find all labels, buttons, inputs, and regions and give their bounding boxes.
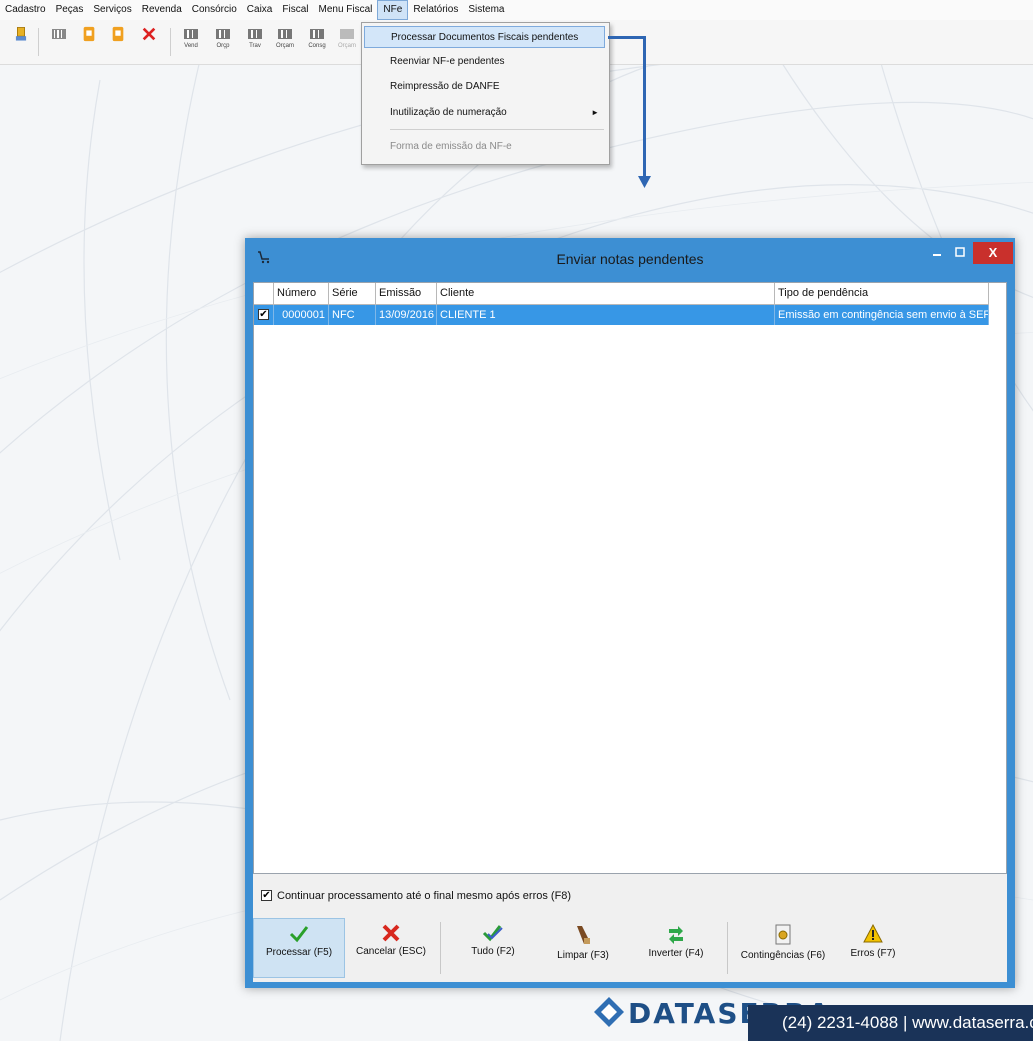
brush-icon bbox=[577, 926, 590, 944]
check-green-icon bbox=[289, 926, 309, 943]
toolbar-separator bbox=[170, 28, 171, 56]
menu-cadastro[interactable]: Cadastro bbox=[0, 0, 51, 20]
barcode-icon bbox=[278, 29, 292, 39]
minimize-icon bbox=[933, 254, 941, 256]
toolbar-orcam-disabled-button[interactable]: Orçam bbox=[336, 26, 358, 56]
processar-button[interactable]: Processar (F5) bbox=[253, 918, 345, 978]
row-check-cell: ✔ bbox=[254, 305, 274, 325]
continue-checkbox[interactable]: ✔ bbox=[261, 890, 272, 901]
cell-cliente: CLIENTE 1 bbox=[437, 305, 775, 325]
cell-numero: 0000001 bbox=[274, 305, 329, 325]
nfe-dropdown-menu: Processar Documentos Fiscais pendentes R… bbox=[361, 22, 610, 165]
erros-button[interactable]: Erros (F7) bbox=[841, 918, 905, 978]
row-checkbox[interactable]: ✔ bbox=[258, 309, 269, 320]
red-x-icon bbox=[142, 27, 156, 41]
menu-fiscal[interactable]: Fiscal bbox=[277, 0, 313, 20]
minimize-button[interactable] bbox=[927, 242, 947, 264]
toolbar-user-button[interactable] bbox=[10, 26, 32, 56]
document-gear-icon bbox=[775, 924, 791, 945]
column-tipo-pendencia[interactable]: Tipo de pendência bbox=[775, 283, 989, 304]
grid-header-check bbox=[254, 283, 274, 304]
menu-servicos[interactable]: Serviços bbox=[88, 0, 136, 20]
toolbar-trav-button[interactable]: Trav bbox=[244, 26, 266, 56]
annotation-arrow bbox=[608, 36, 646, 39]
dialog-title: Enviar notas pendentes bbox=[556, 251, 704, 267]
maximize-button[interactable] bbox=[950, 242, 970, 264]
close-icon: X bbox=[988, 245, 998, 260]
barcode-icon bbox=[340, 29, 354, 39]
menu-relatorios[interactable]: Relatórios bbox=[408, 0, 463, 20]
menu-sistema[interactable]: Sistema bbox=[463, 0, 509, 20]
cell-emissao: 13/09/2016 bbox=[376, 305, 437, 325]
toolbar-orcam-button[interactable]: Orçam bbox=[274, 26, 296, 56]
toolbar-separator bbox=[38, 28, 39, 56]
brand-contact: (24) 2231-4088 | www.dataserra.com.br bbox=[748, 1005, 1033, 1041]
menu-consorcio[interactable]: Consórcio bbox=[187, 0, 242, 20]
column-numero[interactable]: Número bbox=[274, 283, 329, 304]
menu-separator bbox=[390, 129, 604, 130]
dataserra-logo-icon bbox=[594, 997, 624, 1027]
menu-bar: Cadastro Peças Serviços Revenda Consórci… bbox=[0, 0, 1033, 20]
dialog-body: Número Série Emissão Cliente Tipo de pen… bbox=[253, 282, 1007, 982]
menu-pecas[interactable]: Peças bbox=[51, 0, 89, 20]
inverter-button[interactable]: Inverter (F4) bbox=[636, 918, 716, 978]
grid-header: Número Série Emissão Cliente Tipo de pen… bbox=[254, 283, 989, 305]
menu-caixa[interactable]: Caixa bbox=[242, 0, 278, 20]
barcode-icon bbox=[248, 29, 262, 39]
toolbar-barcode-button[interactable] bbox=[48, 26, 70, 56]
barcode-icon bbox=[52, 29, 66, 39]
close-button[interactable]: X bbox=[973, 242, 1013, 264]
x-red-icon bbox=[382, 924, 400, 942]
menu-item-forma-emissao[interactable]: Forma de emissão da NF-e bbox=[364, 136, 605, 158]
menu-item-reimpressao-danfe[interactable]: Reimpressão de DANFE bbox=[364, 76, 605, 98]
menu-menu-fiscal[interactable]: Menu Fiscal bbox=[314, 0, 378, 20]
limpar-button[interactable]: Limpar (F3) bbox=[543, 918, 623, 978]
check-double-icon bbox=[482, 925, 503, 942]
barcode-icon bbox=[184, 29, 198, 39]
menu-revenda[interactable]: Revenda bbox=[137, 0, 187, 20]
menu-nfe[interactable]: NFe bbox=[377, 0, 409, 20]
user-money-icon bbox=[15, 27, 27, 41]
enviar-notas-dialog: Enviar notas pendentes X Número Série Em… bbox=[245, 238, 1015, 988]
column-emissao[interactable]: Emissão bbox=[376, 283, 437, 304]
table-row[interactable]: ✔ 0000001 NFC 13/09/2016 CLIENTE 1 Emiss… bbox=[254, 305, 989, 325]
button-separator bbox=[440, 922, 441, 974]
contingencias-button[interactable]: Contingências (F6) bbox=[735, 918, 831, 978]
document-orange-icon bbox=[83, 26, 95, 42]
cell-tipo-pendencia: Emissão em contingência sem envio à SEFA… bbox=[775, 305, 989, 325]
cell-serie: NFC bbox=[329, 305, 376, 325]
column-cliente[interactable]: Cliente bbox=[437, 283, 775, 304]
annotation-arrow bbox=[643, 36, 646, 178]
dialog-titlebar[interactable]: Enviar notas pendentes X bbox=[245, 238, 1015, 282]
toolbar-orcp-button[interactable]: Orçp bbox=[212, 26, 234, 56]
button-separator bbox=[727, 922, 728, 974]
action-button-bar: Processar (F5) Cancelar (ESC) Tudo (F2) … bbox=[253, 914, 1007, 982]
swap-icon bbox=[669, 926, 683, 944]
toolbar-consg-button[interactable]: Consg bbox=[306, 26, 328, 56]
tudo-button[interactable]: Tudo (F2) bbox=[453, 918, 533, 978]
warning-icon bbox=[863, 924, 883, 943]
menu-item-reenviar-nfe[interactable]: Reenviar NF-e pendentes bbox=[364, 51, 605, 73]
submenu-arrow-icon: ► bbox=[591, 108, 599, 117]
brand-footer: DATASERRA (24) 2231-4088 | www.dataserra… bbox=[580, 985, 1033, 1041]
cancelar-button[interactable]: Cancelar (ESC) bbox=[350, 918, 432, 978]
continue-label: Continuar processamento até o final mesm… bbox=[277, 890, 572, 902]
maximize-icon bbox=[955, 247, 965, 257]
toolbar-orange-button-2[interactable] bbox=[107, 26, 129, 56]
barcode-icon bbox=[310, 29, 324, 39]
arrow-head-icon bbox=[638, 176, 651, 188]
column-serie[interactable]: Série bbox=[329, 283, 376, 304]
toolbar-vend-button[interactable]: Vend bbox=[180, 26, 202, 56]
toolbar-orange-button-1[interactable] bbox=[78, 26, 100, 56]
pending-notes-grid[interactable]: Número Série Emissão Cliente Tipo de pen… bbox=[253, 282, 1007, 874]
document-orange-icon bbox=[112, 26, 124, 42]
menu-item-inutilizacao[interactable]: Inutilização de numeração ► bbox=[364, 102, 605, 124]
toolbar-delete-button[interactable] bbox=[138, 26, 160, 56]
barcode-icon bbox=[216, 29, 230, 39]
menu-item-processar-documentos[interactable]: Processar Documentos Fiscais pendentes bbox=[364, 26, 605, 48]
